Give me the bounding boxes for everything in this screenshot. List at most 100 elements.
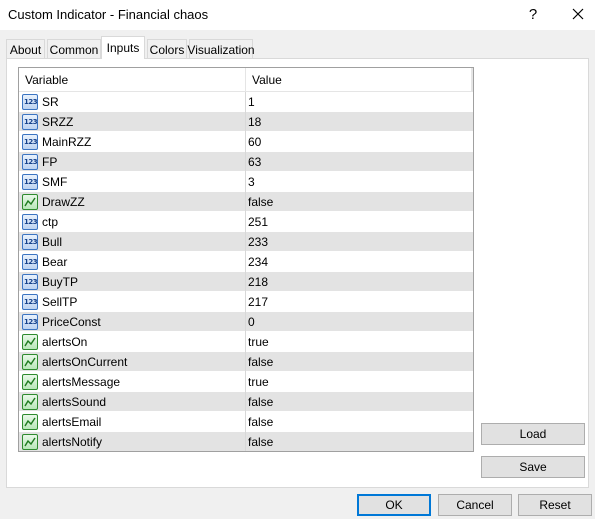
- value-cell[interactable]: 251: [248, 212, 470, 232]
- variable-cell: 123 Bull: [19, 232, 245, 252]
- table-row[interactable]: 123 PriceConst 0: [19, 312, 473, 332]
- value-cell[interactable]: 218: [248, 272, 470, 292]
- load-button[interactable]: Load: [481, 423, 585, 445]
- help-button[interactable]: ?: [520, 2, 546, 26]
- boolean-type-icon: [22, 354, 38, 370]
- variable-name: alertsNotify: [42, 435, 103, 449]
- save-button[interactable]: Save: [481, 456, 585, 478]
- variable-name: SRZZ: [42, 115, 74, 129]
- cell-divider: [245, 292, 246, 312]
- value-cell[interactable]: 1: [248, 92, 470, 112]
- table-row[interactable]: 123 FP 63: [19, 152, 473, 172]
- column-header-variable[interactable]: Variable: [19, 68, 245, 92]
- tab-common[interactable]: Common: [47, 39, 101, 59]
- value-cell[interactable]: false: [248, 432, 470, 451]
- table-row[interactable]: alertsMessage true: [19, 372, 473, 392]
- cell-divider: [245, 212, 246, 232]
- column-header-value[interactable]: Value: [246, 68, 471, 92]
- cell-divider: [245, 332, 246, 352]
- cell-divider: [245, 132, 246, 152]
- boolean-type-icon: [22, 434, 38, 450]
- table-row[interactable]: 123 SR 1: [19, 92, 473, 112]
- table-row[interactable]: 123 SMF 3: [19, 172, 473, 192]
- variable-cell: alertsMessage: [19, 372, 245, 392]
- tab-visualization[interactable]: Visualization: [187, 39, 255, 59]
- inputs-grid: Variable Value 123 SR 1 123 SRZZ 18 123 MainRZZ…: [18, 67, 474, 452]
- variable-cell: alertsOn: [19, 332, 245, 352]
- number-type-icon: 123: [22, 314, 38, 330]
- number-type-icon: 123: [22, 134, 38, 150]
- table-row[interactable]: alertsNotify false: [19, 432, 473, 451]
- variable-cell: 123 SMF: [19, 172, 245, 192]
- table-row[interactable]: alertsOnCurrent false: [19, 352, 473, 372]
- number-type-glyph: 123: [24, 238, 38, 246]
- window-title: Custom Indicator - Financial chaos: [8, 7, 209, 22]
- number-type-glyph: 123: [24, 318, 38, 326]
- value-cell[interactable]: true: [248, 332, 470, 352]
- boolean-type-icon: [22, 194, 38, 210]
- value-cell[interactable]: 60: [248, 132, 470, 152]
- value-cell[interactable]: 18: [248, 112, 470, 132]
- table-row[interactable]: alertsSound false: [19, 392, 473, 412]
- close-button[interactable]: [564, 2, 592, 26]
- variable-cell: 123 BuyTP: [19, 272, 245, 292]
- ok-button[interactable]: OK: [357, 494, 431, 516]
- cancel-button[interactable]: Cancel: [438, 494, 512, 516]
- value-cell[interactable]: 234: [248, 252, 470, 272]
- cell-divider: [245, 432, 246, 451]
- cell-divider: [245, 412, 246, 432]
- number-type-glyph: 123: [24, 178, 38, 186]
- variable-name: PriceConst: [42, 315, 101, 329]
- value-cell[interactable]: 3: [248, 172, 470, 192]
- cell-divider: [245, 92, 246, 112]
- boolean-type-icon: [22, 334, 38, 350]
- number-type-icon: 123: [22, 154, 38, 170]
- variable-name: SMF: [42, 175, 68, 189]
- value-cell[interactable]: 217: [248, 292, 470, 312]
- number-type-icon: 123: [22, 94, 38, 110]
- tab-inputs[interactable]: Inputs: [101, 36, 145, 59]
- value-cell[interactable]: true: [248, 372, 470, 392]
- title-bar: Custom Indicator - Financial chaos ?: [0, 0, 595, 30]
- variable-cell: 123 MainRZZ: [19, 132, 245, 152]
- table-row[interactable]: 123 ctp 251: [19, 212, 473, 232]
- table-row[interactable]: 123 Bull 233: [19, 232, 473, 252]
- variable-name: alertsEmail: [42, 415, 102, 429]
- value-cell[interactable]: false: [248, 352, 470, 372]
- reset-button[interactable]: Reset: [518, 494, 592, 516]
- table-row[interactable]: 123 Bear 234: [19, 252, 473, 272]
- tab-about[interactable]: About: [6, 39, 45, 59]
- variable-cell: 123 SRZZ: [19, 112, 245, 132]
- value-cell[interactable]: 233: [248, 232, 470, 252]
- grid-header: Variable Value: [19, 68, 473, 92]
- variable-cell: alertsEmail: [19, 412, 245, 432]
- tab-colors[interactable]: Colors: [147, 39, 187, 59]
- table-row[interactable]: alertsOn true: [19, 332, 473, 352]
- boolean-type-icon: [22, 394, 38, 410]
- variable-name: ctp: [42, 215, 59, 229]
- value-cell[interactable]: false: [248, 192, 470, 212]
- table-row[interactable]: 123 SRZZ 18: [19, 112, 473, 132]
- variable-name: alertsOn: [42, 335, 88, 349]
- value-cell[interactable]: 0: [248, 312, 470, 332]
- boolean-type-icon: [22, 374, 38, 390]
- variable-cell: 123 PriceConst: [19, 312, 245, 332]
- value-cell[interactable]: false: [248, 412, 470, 432]
- number-type-glyph: 123: [24, 298, 38, 306]
- cell-divider: [245, 232, 246, 252]
- boolean-type-icon: [22, 414, 38, 430]
- table-row[interactable]: alertsEmail false: [19, 412, 473, 432]
- value-cell[interactable]: false: [248, 392, 470, 412]
- table-row[interactable]: 123 MainRZZ 60: [19, 132, 473, 152]
- table-row[interactable]: DrawZZ false: [19, 192, 473, 212]
- cell-divider: [245, 352, 246, 372]
- variable-name: Bull: [42, 235, 63, 249]
- cell-divider: [245, 192, 246, 212]
- cell-divider: [245, 152, 246, 172]
- value-cell[interactable]: 63: [248, 152, 470, 172]
- table-row[interactable]: 123 BuyTP 218: [19, 272, 473, 292]
- cell-divider: [245, 252, 246, 272]
- number-type-icon: 123: [22, 174, 38, 190]
- number-type-glyph: 123: [24, 138, 38, 146]
- table-row[interactable]: 123 SellTP 217: [19, 292, 473, 312]
